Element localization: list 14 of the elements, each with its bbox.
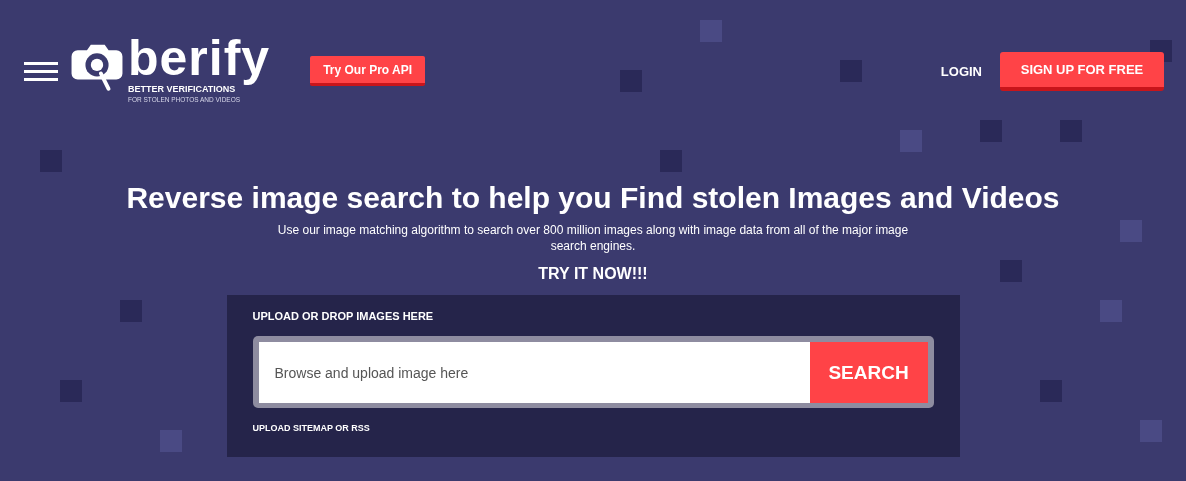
sitemap-link[interactable]: UPLOAD SITEMAP OR RSS (252, 423, 370, 433)
upload-label: UPLOAD OR DROP IMAGES HERE (252, 310, 435, 322)
login-link[interactable]: LOGIN (940, 64, 982, 79)
upload-field[interactable]: Browse and upload image here (258, 342, 810, 403)
logo-tagline: BETTER VERIFICATIONS (128, 84, 236, 95)
menu-icon[interactable] (24, 62, 58, 82)
camera-magnifier-icon (70, 42, 124, 94)
logo-wordmark: berify (128, 30, 271, 86)
signup-button[interactable]: SIGN UP FOR FREE (1000, 52, 1164, 91)
try-now-text: TRY IT NOW!!! (538, 265, 648, 283)
hero-subtitle: Use our image matching algorithm to search over 800 million images along with image data from all of the major image search engines. (276, 222, 910, 254)
pro-api-button[interactable]: Try Our Pro API (310, 56, 426, 86)
hero-title: Reverse image search to help you Find stolen Images and Videos (126, 180, 1060, 216)
search-button[interactable]: SEARCH (809, 342, 928, 403)
